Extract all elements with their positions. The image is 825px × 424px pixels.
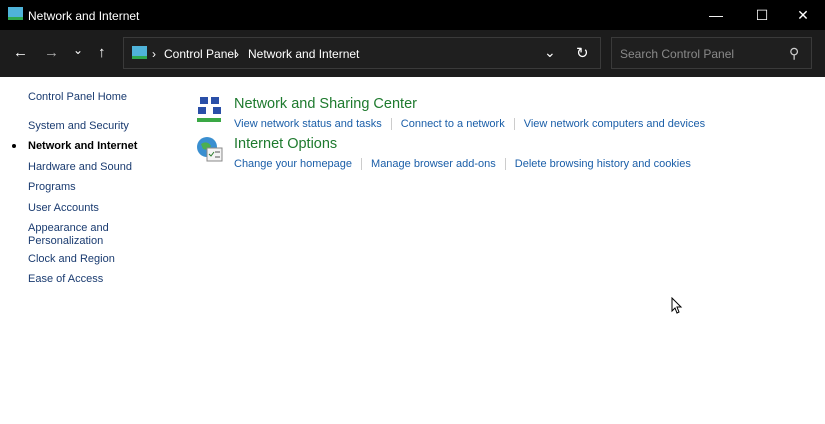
breadcrumb-control-panel[interactable]: Control Panel [164, 47, 237, 61]
navigation-bar: ← → ⌄ ↑ › Control Panel › Network and In… [0, 30, 825, 77]
content-area: Control Panel Home System and Security N… [0, 77, 825, 424]
active-indicator [12, 144, 16, 148]
internet-options-title[interactable]: Internet Options [234, 136, 337, 152]
breadcrumb-separator: › [235, 47, 239, 61]
back-button[interactable]: ← [13, 44, 28, 61]
search-placeholder: Search Control Panel [620, 47, 735, 61]
delete-history-link[interactable]: Delete browsing history and cookies [515, 158, 691, 170]
network-sharing-title[interactable]: Network and Sharing Center [234, 96, 417, 112]
control-panel-icon [8, 7, 23, 20]
sidebar-item-programs[interactable]: Programs [28, 181, 76, 194]
divider [513, 118, 515, 131]
search-input[interactable]: Search Control Panel ⚲ [611, 37, 812, 69]
connect-network-link[interactable]: Connect to a network [401, 118, 505, 130]
up-button[interactable]: ↑ [98, 44, 106, 61]
divider [390, 118, 392, 131]
close-button[interactable]: ✕ [780, 0, 825, 30]
title-bar: Network and Internet — ☐ ✕ [0, 0, 825, 30]
search-icon[interactable]: ⚲ [789, 45, 799, 62]
sidebar-item-ease-of-access[interactable]: Ease of Access [28, 273, 103, 286]
window-title: Network and Internet [28, 9, 140, 23]
forward-button[interactable]: → [44, 44, 59, 61]
breadcrumb-network-and-internet[interactable]: Network and Internet [248, 47, 359, 61]
divider [361, 158, 363, 171]
manage-addons-link[interactable]: Manage browser add-ons [371, 158, 496, 170]
breadcrumb-separator: › [152, 47, 156, 61]
sidebar-item-control-panel-home[interactable]: Control Panel Home [28, 91, 127, 104]
refresh-button[interactable]: ↻ [576, 44, 589, 62]
sidebar-item-hardware-sound[interactable]: Hardware and Sound [28, 161, 132, 174]
network-sharing-icon [197, 97, 221, 122]
control-panel-icon [132, 46, 147, 59]
mouse-cursor-icon [671, 297, 683, 314]
sidebar-item-user-accounts[interactable]: User Accounts [28, 202, 99, 215]
internet-options-icon [197, 137, 223, 162]
address-dropdown-button[interactable]: ⌄ [544, 44, 556, 61]
network-links: View network status and tasks Connect to … [234, 118, 705, 131]
divider [504, 158, 506, 171]
sidebar-item-clock-region[interactable]: Clock and Region [28, 253, 115, 266]
sidebar-item-system-security[interactable]: System and Security [28, 120, 129, 133]
address-bar[interactable]: › Control Panel › Network and Internet ⌄… [123, 37, 601, 69]
internet-links: Change your homepage Manage browser add-o… [234, 158, 691, 171]
sidebar-item-network-internet[interactable]: Network and Internet [28, 140, 137, 153]
maximize-button[interactable]: ☐ [739, 0, 785, 30]
view-network-computers-link[interactable]: View network computers and devices [524, 118, 705, 130]
view-network-status-link[interactable]: View network status and tasks [234, 118, 382, 130]
change-homepage-link[interactable]: Change your homepage [234, 158, 352, 170]
sidebar-item-appearance[interactable]: Appearance and Personalization [28, 222, 118, 248]
minimize-button[interactable]: — [693, 0, 739, 30]
recent-locations-button[interactable]: ⌄ [73, 43, 83, 57]
